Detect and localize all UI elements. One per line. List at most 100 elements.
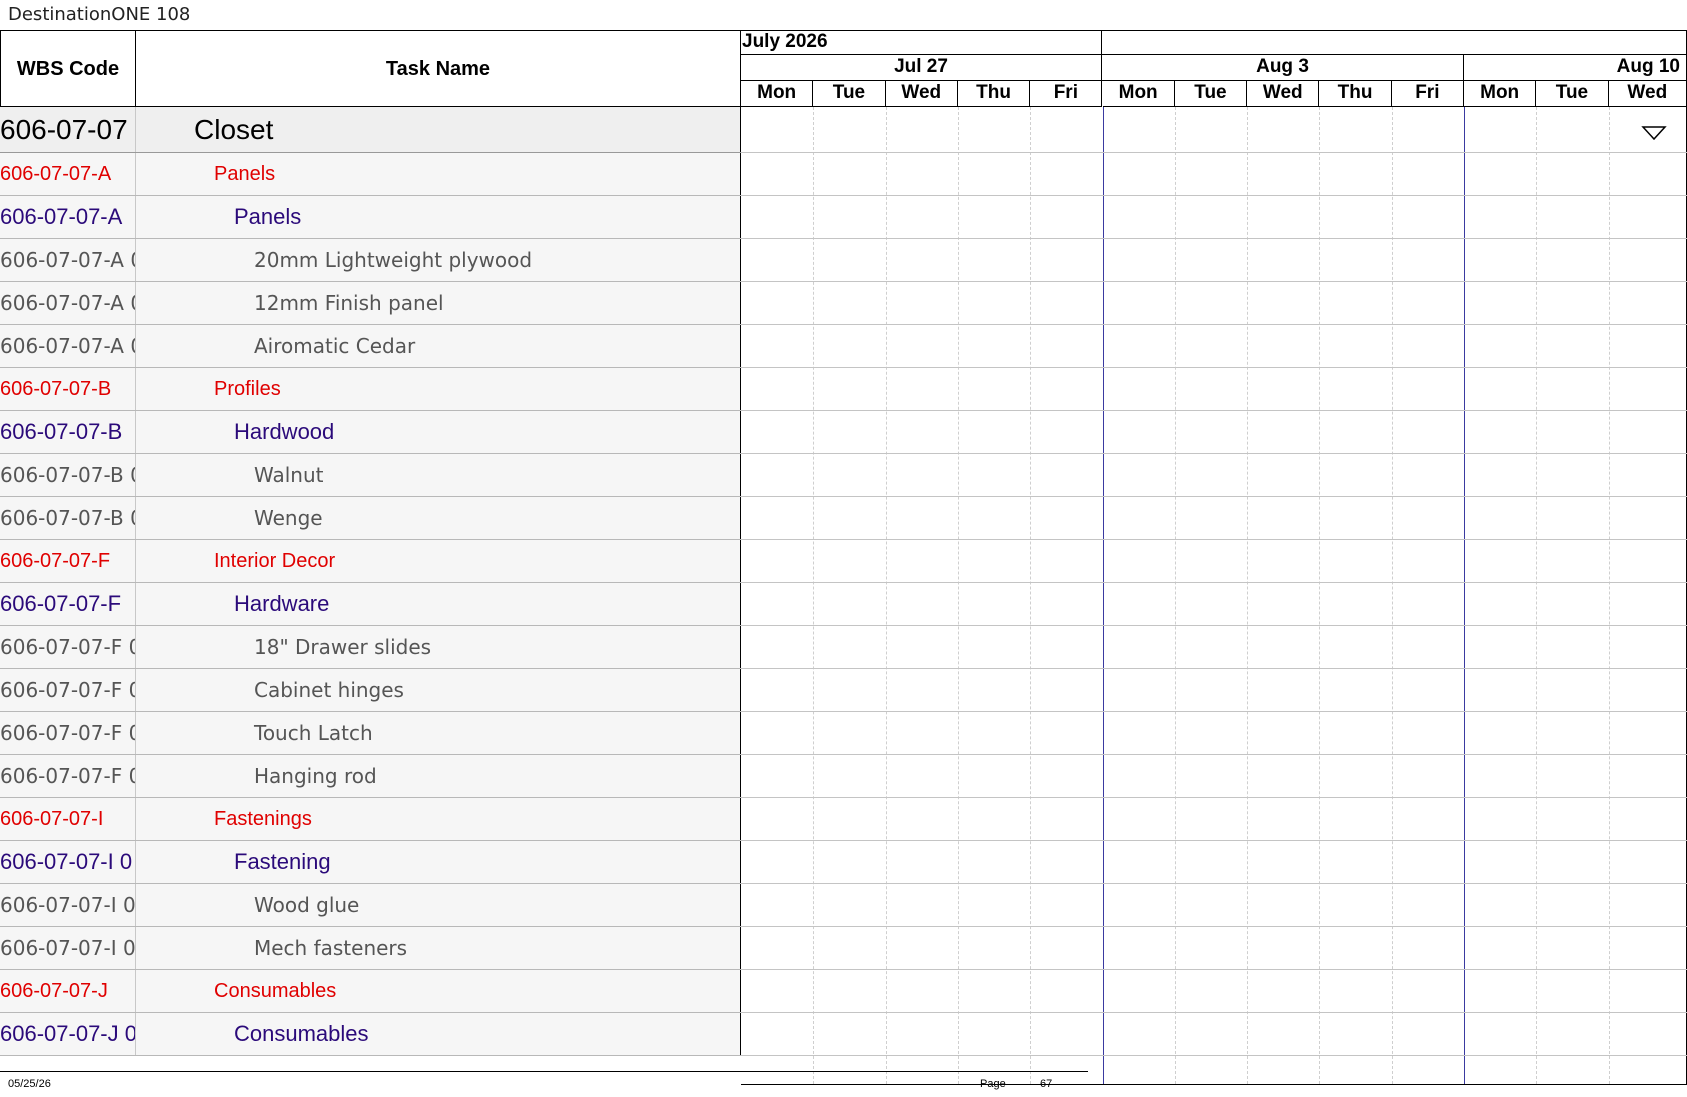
task-name-cell: 12mm Finish panel (136, 282, 741, 324)
table-row[interactable]: 606-07-07-A 0 12mm Finish panel (0, 282, 741, 325)
wbs-code-cell: 606-07-07 (0, 107, 136, 152)
task-name-cell: Cabinet hinges (136, 669, 741, 711)
task-column-header[interactable]: Task Name (136, 31, 741, 107)
footer-page-number: 67 (1040, 1078, 1053, 1090)
row-gridline (741, 410, 1687, 411)
table-row[interactable]: 606-07-07-F 0 Touch Latch (0, 712, 741, 755)
task-name: 20mm Lightweight plywood (254, 248, 533, 272)
table-row[interactable]: 606-07-07-F 0 18" Drawer slides (0, 626, 741, 669)
table-row[interactable]: 606-07-07-F Hardware (0, 583, 741, 626)
summary-row[interactable]: 606-07-07 Closet (0, 107, 741, 153)
week-divider (1464, 107, 1465, 1084)
day-label: Tue (1174, 81, 1248, 107)
task-name: Cabinet hinges (254, 678, 404, 702)
task-name: Interior Decor (214, 549, 336, 572)
day-gridline (1536, 107, 1538, 1084)
row-gridline (741, 238, 1687, 239)
wbs-code: 606-07-07-I 01 (0, 936, 136, 960)
wbs-code-cell: 606-07-07-F (0, 540, 136, 582)
task-name-cell: Consumables (136, 1013, 741, 1055)
wbs-code: 606-07-07-A (0, 162, 112, 185)
footer-divider (0, 1071, 1088, 1072)
day-gridline (1608, 107, 1610, 1084)
row-gridline (741, 1055, 1687, 1056)
triangle-down-icon[interactable] (1641, 125, 1667, 141)
week-label: Aug 10 (1464, 55, 1687, 81)
table-row[interactable]: 606-07-07-B Profiles (0, 368, 741, 411)
wbs-code-cell: 606-07-07-B 0 (0, 454, 136, 496)
day-gridline (1247, 107, 1249, 1084)
wbs-code: 606-07-07-B (0, 419, 123, 444)
month-label (1102, 30, 1687, 55)
wbs-code-cell: 606-07-07-F 0 (0, 626, 136, 668)
task-name-cell: Panels (136, 196, 741, 238)
wbs-code: 606-07-07-F 0 (0, 721, 136, 745)
task-name-cell: Closet (136, 107, 741, 152)
task-name-cell: Fastening (136, 841, 741, 883)
day-gridline (957, 107, 959, 1084)
task-name: Hanging rod (254, 764, 377, 788)
table-row[interactable]: 606-07-07-I 0 Fastening (0, 841, 741, 884)
wbs-column-header[interactable]: WBS Code (0, 31, 136, 107)
month-label: July 2026 (741, 30, 1102, 55)
task-name: Wenge (254, 506, 323, 530)
row-gridline (741, 625, 1687, 626)
task-name: Consumables (214, 979, 337, 1002)
wbs-code: 606-07-07-F (0, 549, 111, 572)
table-row[interactable]: 606-07-07-B 0 Walnut (0, 454, 741, 497)
wbs-code: 606-07-07-A 0 (0, 334, 136, 358)
table-row[interactable]: 606-07-07-A Panels (0, 196, 741, 239)
table-row[interactable]: 606-07-07-A 0 Airomatic Cedar (0, 325, 741, 368)
day-label: Wed (885, 81, 958, 107)
table-row[interactable]: 606-07-07-B Hardwood (0, 411, 741, 454)
day-label: Wed (1247, 81, 1320, 107)
row-gridline (741, 754, 1687, 755)
task-name: Hardware (234, 591, 330, 616)
table-row[interactable]: 606-07-07-I Fastenings (0, 798, 741, 841)
document-title: DestinationONE 108 (8, 4, 191, 25)
day-label: Thu (957, 81, 1031, 107)
task-name: Closet (194, 113, 274, 145)
task-name: Mech fasteners (254, 936, 408, 960)
wbs-code: 606-07-07-I 01 (0, 893, 136, 917)
day-label: Thu (1319, 81, 1392, 107)
wbs-code-cell: 606-07-07-A (0, 153, 136, 195)
wbs-code-cell: 606-07-07-F 0 (0, 669, 136, 711)
task-name: Walnut (254, 463, 324, 487)
row-gridline (741, 668, 1687, 669)
wbs-code: 606-07-07-F 0 (0, 635, 136, 659)
table-row[interactable]: 606-07-07-B 0 Wenge (0, 497, 741, 540)
table-row[interactable]: 606-07-07-A Panels (0, 153, 741, 196)
wbs-code: 606-07-07-J (0, 979, 108, 1002)
task-name: Wood glue (254, 893, 360, 917)
wbs-code-cell: 606-07-07-B 0 (0, 497, 136, 539)
table-row[interactable]: 606-07-07-F 0 Cabinet hinges (0, 669, 741, 712)
wbs-code: 606-07-07-A 0 (0, 291, 136, 315)
table-row[interactable]: 606-07-07-J Consumables (0, 970, 741, 1013)
row-gridline (741, 453, 1687, 454)
wbs-code-cell: 606-07-07-A 0 (0, 239, 136, 281)
row-gridline (741, 797, 1687, 798)
task-name: Fastening (234, 849, 331, 874)
task-name: Airomatic Cedar (254, 334, 416, 358)
row-gridline (741, 195, 1687, 196)
wbs-code: 606-07-07-F 0 (0, 764, 136, 788)
wbs-code: 606-07-07-B (0, 377, 112, 400)
task-name: Profiles (214, 377, 281, 400)
table-row[interactable]: 606-07-07-I 01 Mech fasteners (0, 927, 741, 970)
table-row[interactable]: 606-07-07-I 01 Wood glue (0, 884, 741, 927)
day-label: Fri (1391, 81, 1464, 107)
table-header: WBS Code Task Name (0, 30, 741, 107)
table-row[interactable]: 606-07-07-A 0 20mm Lightweight plywood (0, 239, 741, 282)
task-name: Touch Latch (254, 721, 373, 745)
week-label: Aug 3 (1102, 55, 1464, 81)
wbs-code-cell: 606-07-07-J (0, 970, 136, 1012)
table-row[interactable]: 606-07-07-F Interior Decor (0, 540, 741, 583)
wbs-code-cell: 606-07-07-I 01 (0, 884, 136, 926)
row-gridline (741, 281, 1687, 282)
table-row[interactable]: 606-07-07-F 0 Hanging rod (0, 755, 741, 798)
table-row[interactable]: 606-07-07-J 0 Consumables (0, 1013, 741, 1056)
task-name-cell: Walnut (136, 454, 741, 496)
day-gridline (1030, 107, 1032, 1084)
row-gridline (741, 582, 1687, 583)
